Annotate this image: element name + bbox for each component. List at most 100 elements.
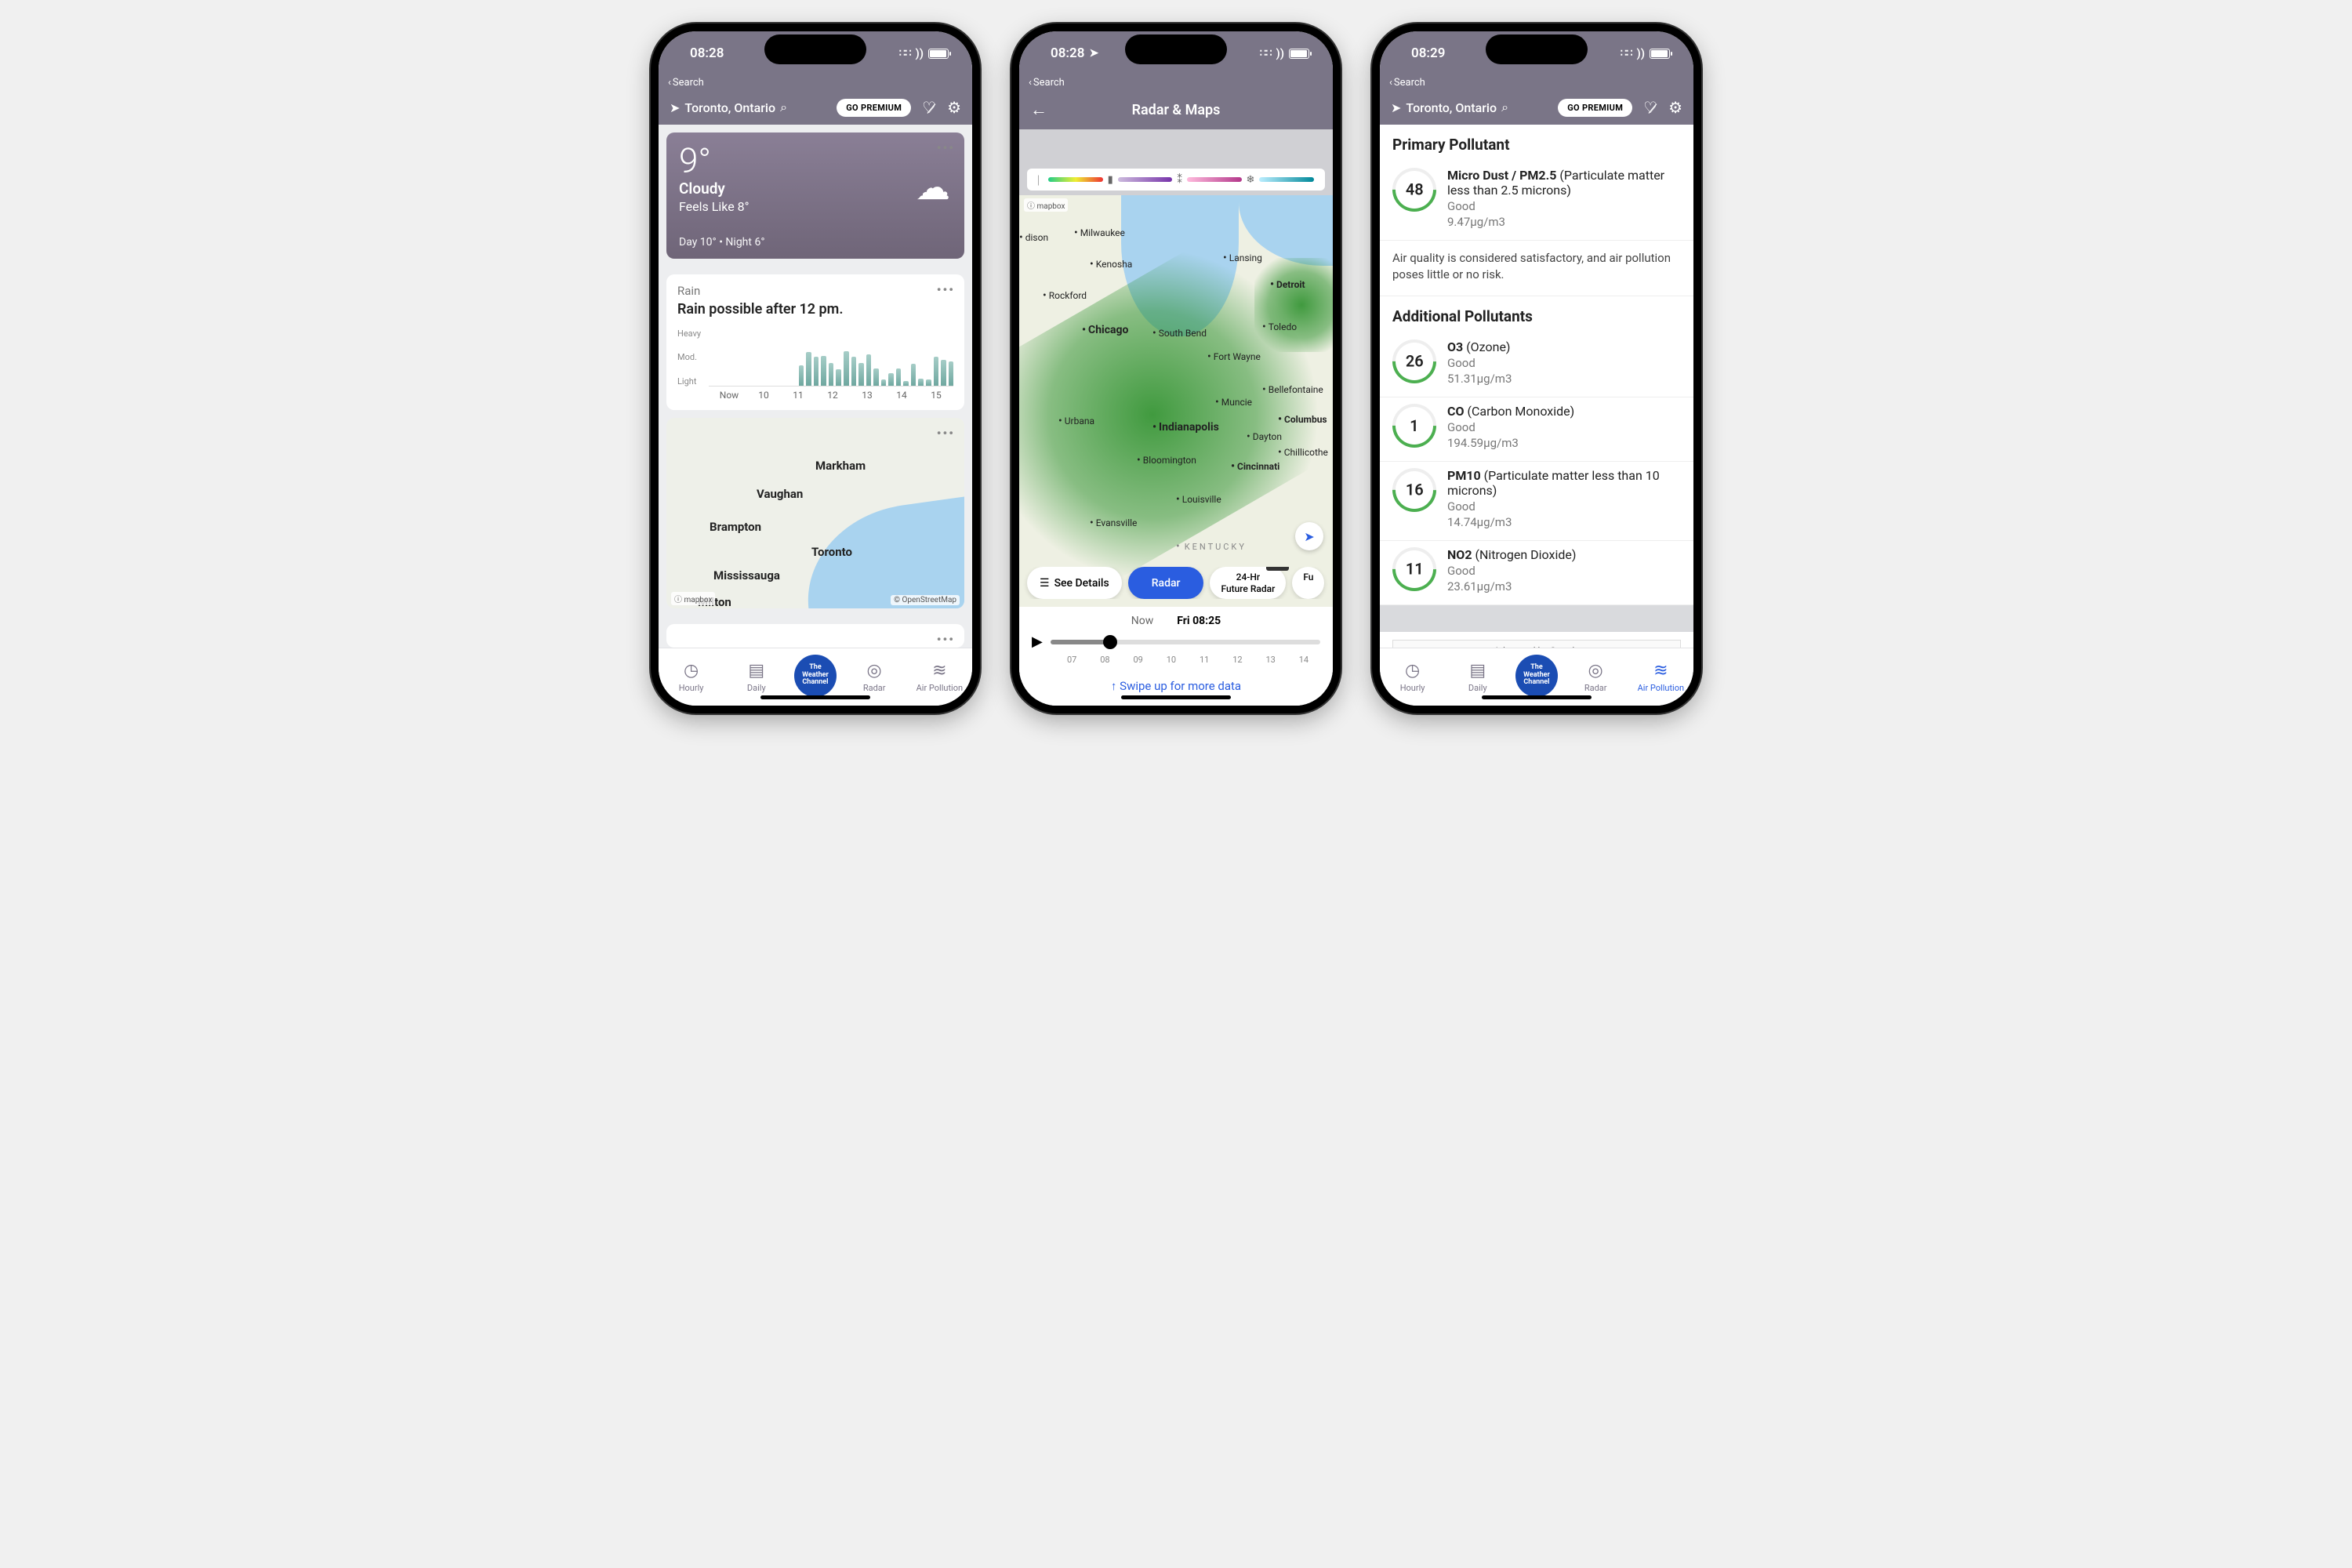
slider-thumb[interactable]	[1103, 635, 1117, 649]
gear-icon[interactable]: ⚙	[1668, 98, 1682, 117]
radar-chip[interactable]: Radar	[1128, 567, 1204, 599]
search-icon: ⌕	[780, 100, 787, 115]
ad-placeholder	[1019, 129, 1333, 162]
home-indicator[interactable]	[760, 695, 870, 699]
location-selector[interactable]: ➤ Toronto, Ontario ⌕	[1391, 100, 1508, 115]
clock-icon: ◷	[684, 661, 699, 681]
rain-legend-icon: ｜	[1033, 172, 1044, 187]
mix-legend-icon: ▮	[1108, 174, 1113, 186]
card-menu-icon[interactable]: •••	[937, 632, 955, 647]
radar-map[interactable]: ⓘ mapbox ⓘ Milwaukee dison Kenosha Rockf…	[1019, 195, 1333, 607]
aqi-gauge: 11	[1383, 538, 1445, 600]
pollutant-desc: (Nitrogen Dioxide)	[1475, 547, 1576, 562]
go-premium-button[interactable]: GO PREMIUM	[1558, 99, 1632, 117]
phone-radar: 08:28➤ ∷∷ )) ‹ Search ← Radar & Maps ｜ ▮…	[1011, 24, 1341, 713]
location-label: Toronto, Ontario	[684, 100, 775, 115]
rain-chart: Heavy Mod. Light	[677, 328, 953, 387]
aqi-value: 1	[1410, 416, 1418, 435]
city-label: Cincinnati	[1231, 460, 1279, 473]
city-label: Chicago	[1082, 324, 1128, 336]
pollutant-measure: 51.31µg/m3	[1447, 372, 1681, 386]
xlabel: 13	[850, 390, 884, 401]
ad-box[interactable]: ← Ad served by Google Ad options Send fe…	[1392, 640, 1681, 648]
ylabel: Mod.	[677, 352, 701, 362]
home-indicator[interactable]	[1482, 695, 1592, 699]
go-premium-button[interactable]: GO PREMIUM	[837, 99, 911, 117]
rain-title: Rain	[677, 284, 953, 298]
future-radar-chip[interactable]: NEW 24-Hr Future Radar	[1210, 567, 1286, 599]
map-card[interactable]: ••• Markham Vaughan Brampton Toronto Mis…	[666, 418, 964, 609]
wifi-icon: ))	[915, 46, 924, 60]
location-selector[interactable]: ➤ Toronto, Ontario ⌕	[670, 100, 787, 115]
radar-header: ← Radar & Maps	[1019, 93, 1333, 129]
map-label: Toronto	[811, 545, 852, 559]
city-label: Fort Wayne	[1207, 350, 1261, 363]
tab-home[interactable]: The Weather Channel	[794, 655, 837, 697]
play-icon[interactable]: ▶	[1032, 633, 1043, 650]
card-menu-icon[interactable]: •••	[937, 140, 955, 155]
map-legend[interactable]: ｜ ▮ ⁑ ❄	[1027, 169, 1325, 191]
swipe-up-hint[interactable]: ↑ Swipe up for more data	[1019, 670, 1333, 706]
home-indicator[interactable]	[1121, 695, 1231, 699]
map-label: Markham	[815, 459, 866, 473]
card-menu-icon[interactable]: •••	[937, 426, 955, 441]
tab-air-pollution[interactable]: ≋Air Pollution	[912, 661, 967, 693]
see-details-chip[interactable]: ☰See Details	[1027, 567, 1122, 599]
mapbox-attribution: ⓘ mapbox	[671, 592, 715, 605]
timeline-slider[interactable]	[1051, 640, 1320, 644]
tab-radar[interactable]: ◎Radar	[847, 661, 902, 693]
pollutant-name: PM10	[1447, 468, 1481, 483]
card-menu-icon[interactable]: •••	[937, 282, 955, 297]
tab-daily[interactable]: ▤Daily	[729, 661, 784, 693]
pollutant-status: Good	[1447, 356, 1681, 370]
tab-home[interactable]: The Weather Channel	[1515, 655, 1558, 697]
rain-bar	[896, 368, 902, 386]
primary-pollutant-row: 48 Micro Dust / PM2.5 (Particulate matte…	[1380, 162, 1693, 241]
day-night-temps: Day 10° • Night 6°	[679, 236, 952, 249]
tick: 13	[1254, 655, 1287, 665]
aqi-value: 48	[1406, 180, 1424, 199]
current-conditions-card[interactable]: ••• 9° Cloudy Feels Like 8° Day 10° • Ni…	[666, 132, 964, 259]
tab-hourly[interactable]: ◷Hourly	[664, 661, 719, 693]
new-badge: NEW	[1266, 567, 1289, 571]
wind-icon: ≋	[1653, 661, 1668, 681]
phone-home: 08:28 ∷∷ )) ‹ Search ➤ Toronto, Ontario …	[651, 24, 980, 713]
status-time: 08:28	[1051, 45, 1084, 61]
rain-card[interactable]: ••• Rain Rain possible after 12 pm. Heav…	[666, 274, 964, 410]
more-chip[interactable]: Fu	[1292, 567, 1324, 599]
tab-radar[interactable]: ◎Radar	[1568, 661, 1623, 693]
tab-air-pollution[interactable]: ≋Air Pollution	[1633, 661, 1688, 693]
city-label: Toledo	[1262, 321, 1297, 333]
ad-back-icon[interactable]: ←	[1399, 647, 1409, 648]
pollutant-desc: (Carbon Monoxide)	[1467, 404, 1574, 419]
ylabel: Light	[677, 376, 701, 387]
cloud-icon: ☁	[916, 167, 950, 208]
signal-icon: ∷∷	[1260, 48, 1272, 60]
tick: 10	[1155, 655, 1188, 665]
pollutant-status: Good	[1447, 199, 1681, 213]
next-card-peek[interactable]: •••	[666, 624, 964, 648]
xlabel: 11	[781, 390, 815, 401]
search-icon: ⌕	[1501, 100, 1508, 115]
back-to-search[interactable]: ‹ Search	[1380, 75, 1693, 93]
bell-icon[interactable]: ♡̷	[1643, 98, 1657, 117]
xlabel: 10	[746, 390, 781, 401]
wifi-icon: ))	[1636, 46, 1645, 60]
city-label: Indianapolis	[1152, 421, 1219, 434]
pollutant-measure: 194.59µg/m3	[1447, 436, 1681, 450]
pollutant-desc: (Ozone)	[1466, 339, 1510, 354]
rain-bar	[873, 368, 879, 386]
rain-bar	[918, 379, 924, 386]
timeline-now-label: Now	[1131, 615, 1154, 627]
back-to-search[interactable]: ‹ Search	[1019, 75, 1333, 93]
gear-icon[interactable]: ⚙	[947, 98, 961, 117]
city-label: South Bend	[1152, 327, 1207, 339]
rain-bar	[881, 379, 887, 385]
back-to-search[interactable]: ‹ Search	[659, 75, 972, 93]
city-label: Chillicothe	[1278, 446, 1328, 459]
bell-icon[interactable]: ♡̷	[922, 98, 936, 117]
tab-hourly[interactable]: ◷Hourly	[1385, 661, 1440, 693]
tab-daily[interactable]: ▤Daily	[1450, 661, 1505, 693]
signal-icon: ∷∷	[1621, 48, 1632, 60]
locate-me-button[interactable]: ➤	[1295, 522, 1323, 550]
